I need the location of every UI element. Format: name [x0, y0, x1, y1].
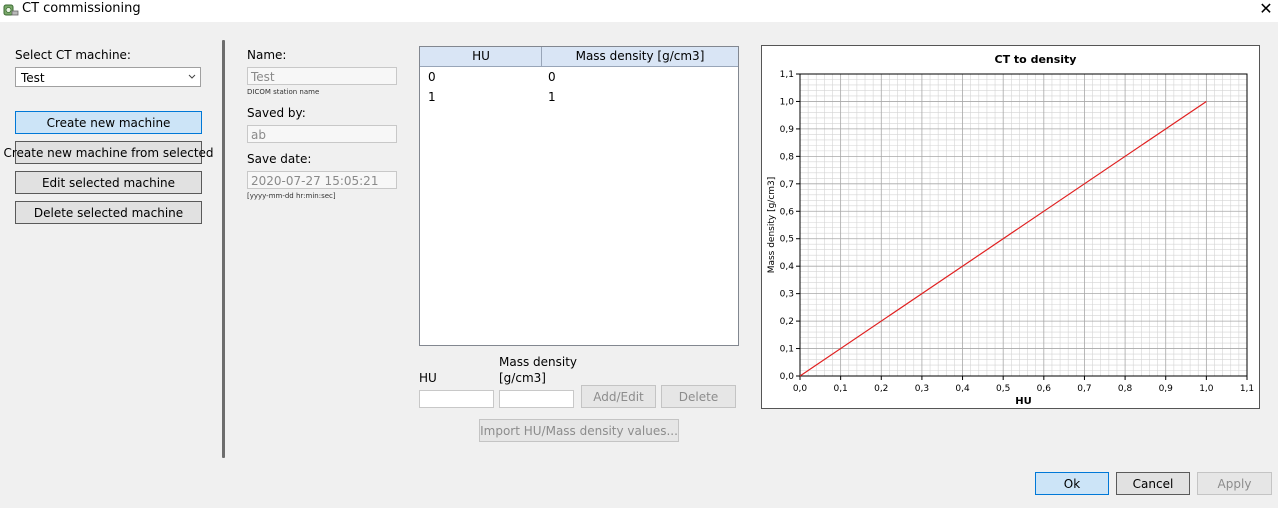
x-tick-label: 0,3: [915, 384, 929, 394]
y-axis-label: Mass density [g/cm3]: [767, 177, 777, 274]
y-tick-label: 1,0: [780, 97, 795, 107]
mass-density-input[interactable]: [499, 390, 574, 408]
panel-divider[interactable]: [222, 40, 225, 458]
import-values-button[interactable]: Import HU/Mass density values...: [479, 419, 679, 442]
y-tick-label: 1,1: [780, 70, 794, 80]
saved-by-field[interactable]: ab: [247, 125, 397, 143]
y-tick-label: 0,3: [780, 290, 794, 300]
x-tick-label: 0,4: [955, 384, 970, 394]
create-from-selected-button[interactable]: Create new machine from selected: [3, 141, 214, 164]
table-row[interactable]: 0 0: [420, 67, 738, 87]
save-date-hint: [yyyy-mm-dd hr:min:sec]: [247, 192, 336, 200]
x-tick-label: 0,6: [1037, 384, 1052, 394]
y-tick-label: 0,7: [780, 180, 794, 190]
saved-by-label: Saved by:: [247, 106, 306, 120]
chevron-down-icon: [188, 74, 196, 79]
x-tick-label: 1,1: [1240, 384, 1254, 394]
ct-scanner-icon: [3, 4, 19, 16]
create-new-machine-button[interactable]: Create new machine: [15, 111, 202, 134]
mass-density-input-label: Mass density: [499, 355, 578, 369]
title-bar: CT commissioning ✕: [0, 0, 1278, 22]
y-tick-label: 0,5: [780, 235, 794, 245]
name-hint: DICOM station name: [247, 88, 320, 96]
x-axis-label: HU: [1015, 396, 1032, 407]
table-header: HU Mass density [g/cm3]: [420, 47, 738, 67]
close-icon[interactable]: ✕: [1256, 0, 1276, 18]
save-date-label: Save date:: [247, 152, 312, 166]
name-field[interactable]: Test: [247, 67, 397, 85]
mass-density-unit-label: [g/cm3]: [499, 371, 546, 385]
add-edit-button[interactable]: Add/Edit: [581, 385, 656, 408]
table-cell: 0: [428, 70, 436, 84]
apply-button[interactable]: Apply: [1197, 472, 1272, 495]
column-header-hu[interactable]: HU: [420, 49, 542, 63]
y-tick-label: 0,0: [780, 372, 795, 382]
machine-dropdown-value: Test: [21, 71, 45, 85]
ok-button[interactable]: Ok: [1035, 472, 1109, 495]
table-cell: 1: [548, 90, 556, 104]
table-cell: 1: [428, 90, 436, 104]
x-tick-label: 0,1: [833, 384, 847, 394]
y-tick-label: 0,2: [780, 317, 794, 327]
window-title: CT commissioning: [22, 1, 141, 16]
hu-density-table[interactable]: HU Mass density [g/cm3] 0 0 1 1: [419, 46, 739, 346]
machine-dropdown[interactable]: Test: [15, 67, 201, 87]
hu-input[interactable]: [419, 390, 494, 408]
cancel-button[interactable]: Cancel: [1116, 472, 1190, 495]
save-date-field[interactable]: 2020-07-27 15:05:21: [247, 171, 397, 189]
y-tick-label: 0,9: [780, 125, 795, 135]
x-tick-label: 0,9: [1159, 384, 1174, 394]
table-row[interactable]: 1 1: [420, 87, 738, 107]
edit-selected-machine-button[interactable]: Edit selected machine: [15, 171, 202, 194]
x-tick-label: 0,7: [1077, 384, 1091, 394]
x-tick-label: 0,5: [996, 384, 1010, 394]
delete-selected-machine-button[interactable]: Delete selected machine: [15, 201, 202, 224]
y-tick-label: 0,1: [780, 345, 794, 355]
chart-title: CT to density: [995, 53, 1077, 66]
y-tick-label: 0,8: [780, 152, 795, 162]
hu-input-label: HU: [419, 371, 437, 385]
table-cell: 0: [548, 70, 556, 84]
x-tick-label: 0,2: [874, 384, 888, 394]
x-tick-label: 1,0: [1199, 384, 1214, 394]
y-tick-label: 0,4: [780, 262, 795, 272]
select-machine-label: Select CT machine:: [15, 48, 131, 62]
column-header-mass-density[interactable]: Mass density [g/cm3]: [542, 49, 738, 63]
name-label: Name:: [247, 48, 287, 62]
delete-row-button[interactable]: Delete: [661, 385, 736, 408]
x-tick-label: 0,0: [793, 384, 808, 394]
ct-density-chart-svg: 0,0 0,1 0,2 0,3 0,4 0,5 0,6 0,7 0,8 0,9 1,0 1,1 0,0 0…: [767, 53, 1254, 407]
y-tick-label: 0,6: [780, 207, 795, 217]
ct-density-chart: 0,0 0,1 0,2 0,3 0,4 0,5 0,6 0,7 0,8 0,9 1,0 1,1 0,0 0…: [761, 45, 1260, 409]
x-tick-label: 0,8: [1118, 384, 1133, 394]
